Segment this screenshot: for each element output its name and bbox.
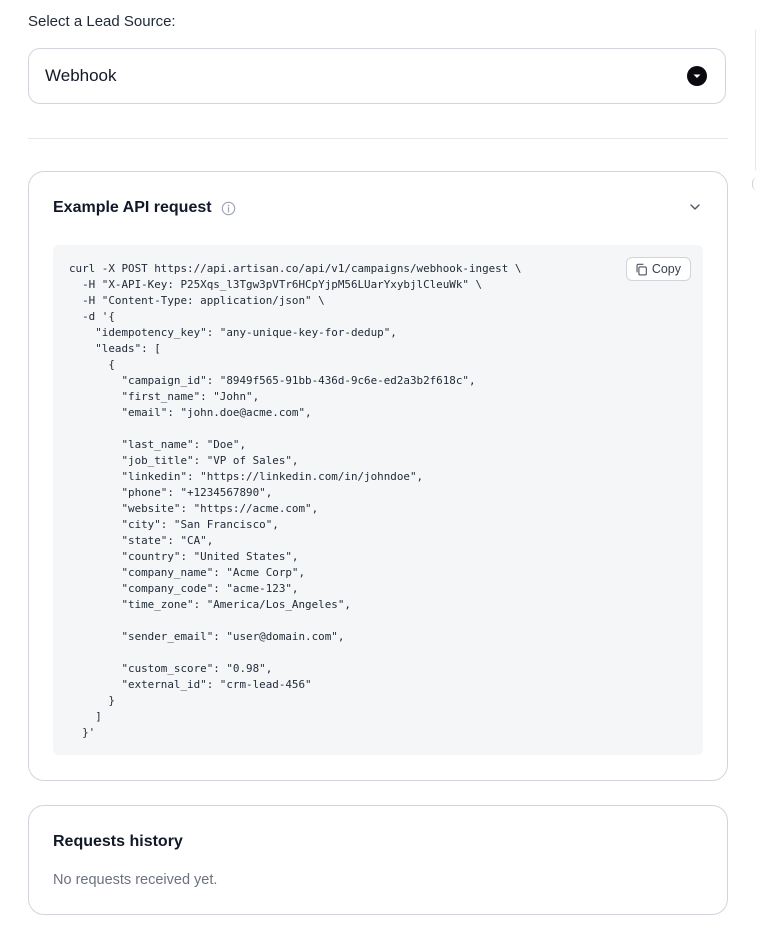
chevron-down-icon[interactable]	[687, 199, 703, 215]
api-request-code-block: curl -X POST https://api.artisan.co/api/…	[53, 245, 703, 755]
lead-source-page: Select a Lead Source: Webhook Example AP…	[0, 0, 758, 930]
copy-button[interactable]: Copy	[625, 257, 691, 281]
lead-source-label: Select a Lead Source:	[28, 13, 176, 30]
example-api-request-title: Example API request	[53, 199, 212, 216]
example-api-request-header[interactable]: Example API request	[53, 199, 703, 217]
requests-history-title: Requests history	[53, 833, 183, 850]
copy-icon	[635, 263, 648, 276]
lead-source-select[interactable]: Webhook	[28, 48, 726, 104]
scroll-edge-line	[755, 30, 756, 170]
scroll-edge-mark	[752, 177, 758, 191]
lead-source-selected-value: Webhook	[45, 66, 117, 85]
section-divider	[28, 138, 728, 139]
requests-history-empty-message: No requests received yet.	[53, 872, 218, 888]
requests-history-card: Requests history No requests received ye…	[28, 805, 728, 915]
copy-button-label: Copy	[651, 262, 681, 276]
example-api-request-card: Example API request curl -X POST https:/…	[28, 171, 728, 781]
api-request-code: curl -X POST https://api.artisan.co/api/…	[69, 262, 522, 739]
chevron-down-circle-icon	[687, 66, 707, 86]
info-icon[interactable]	[221, 201, 236, 216]
